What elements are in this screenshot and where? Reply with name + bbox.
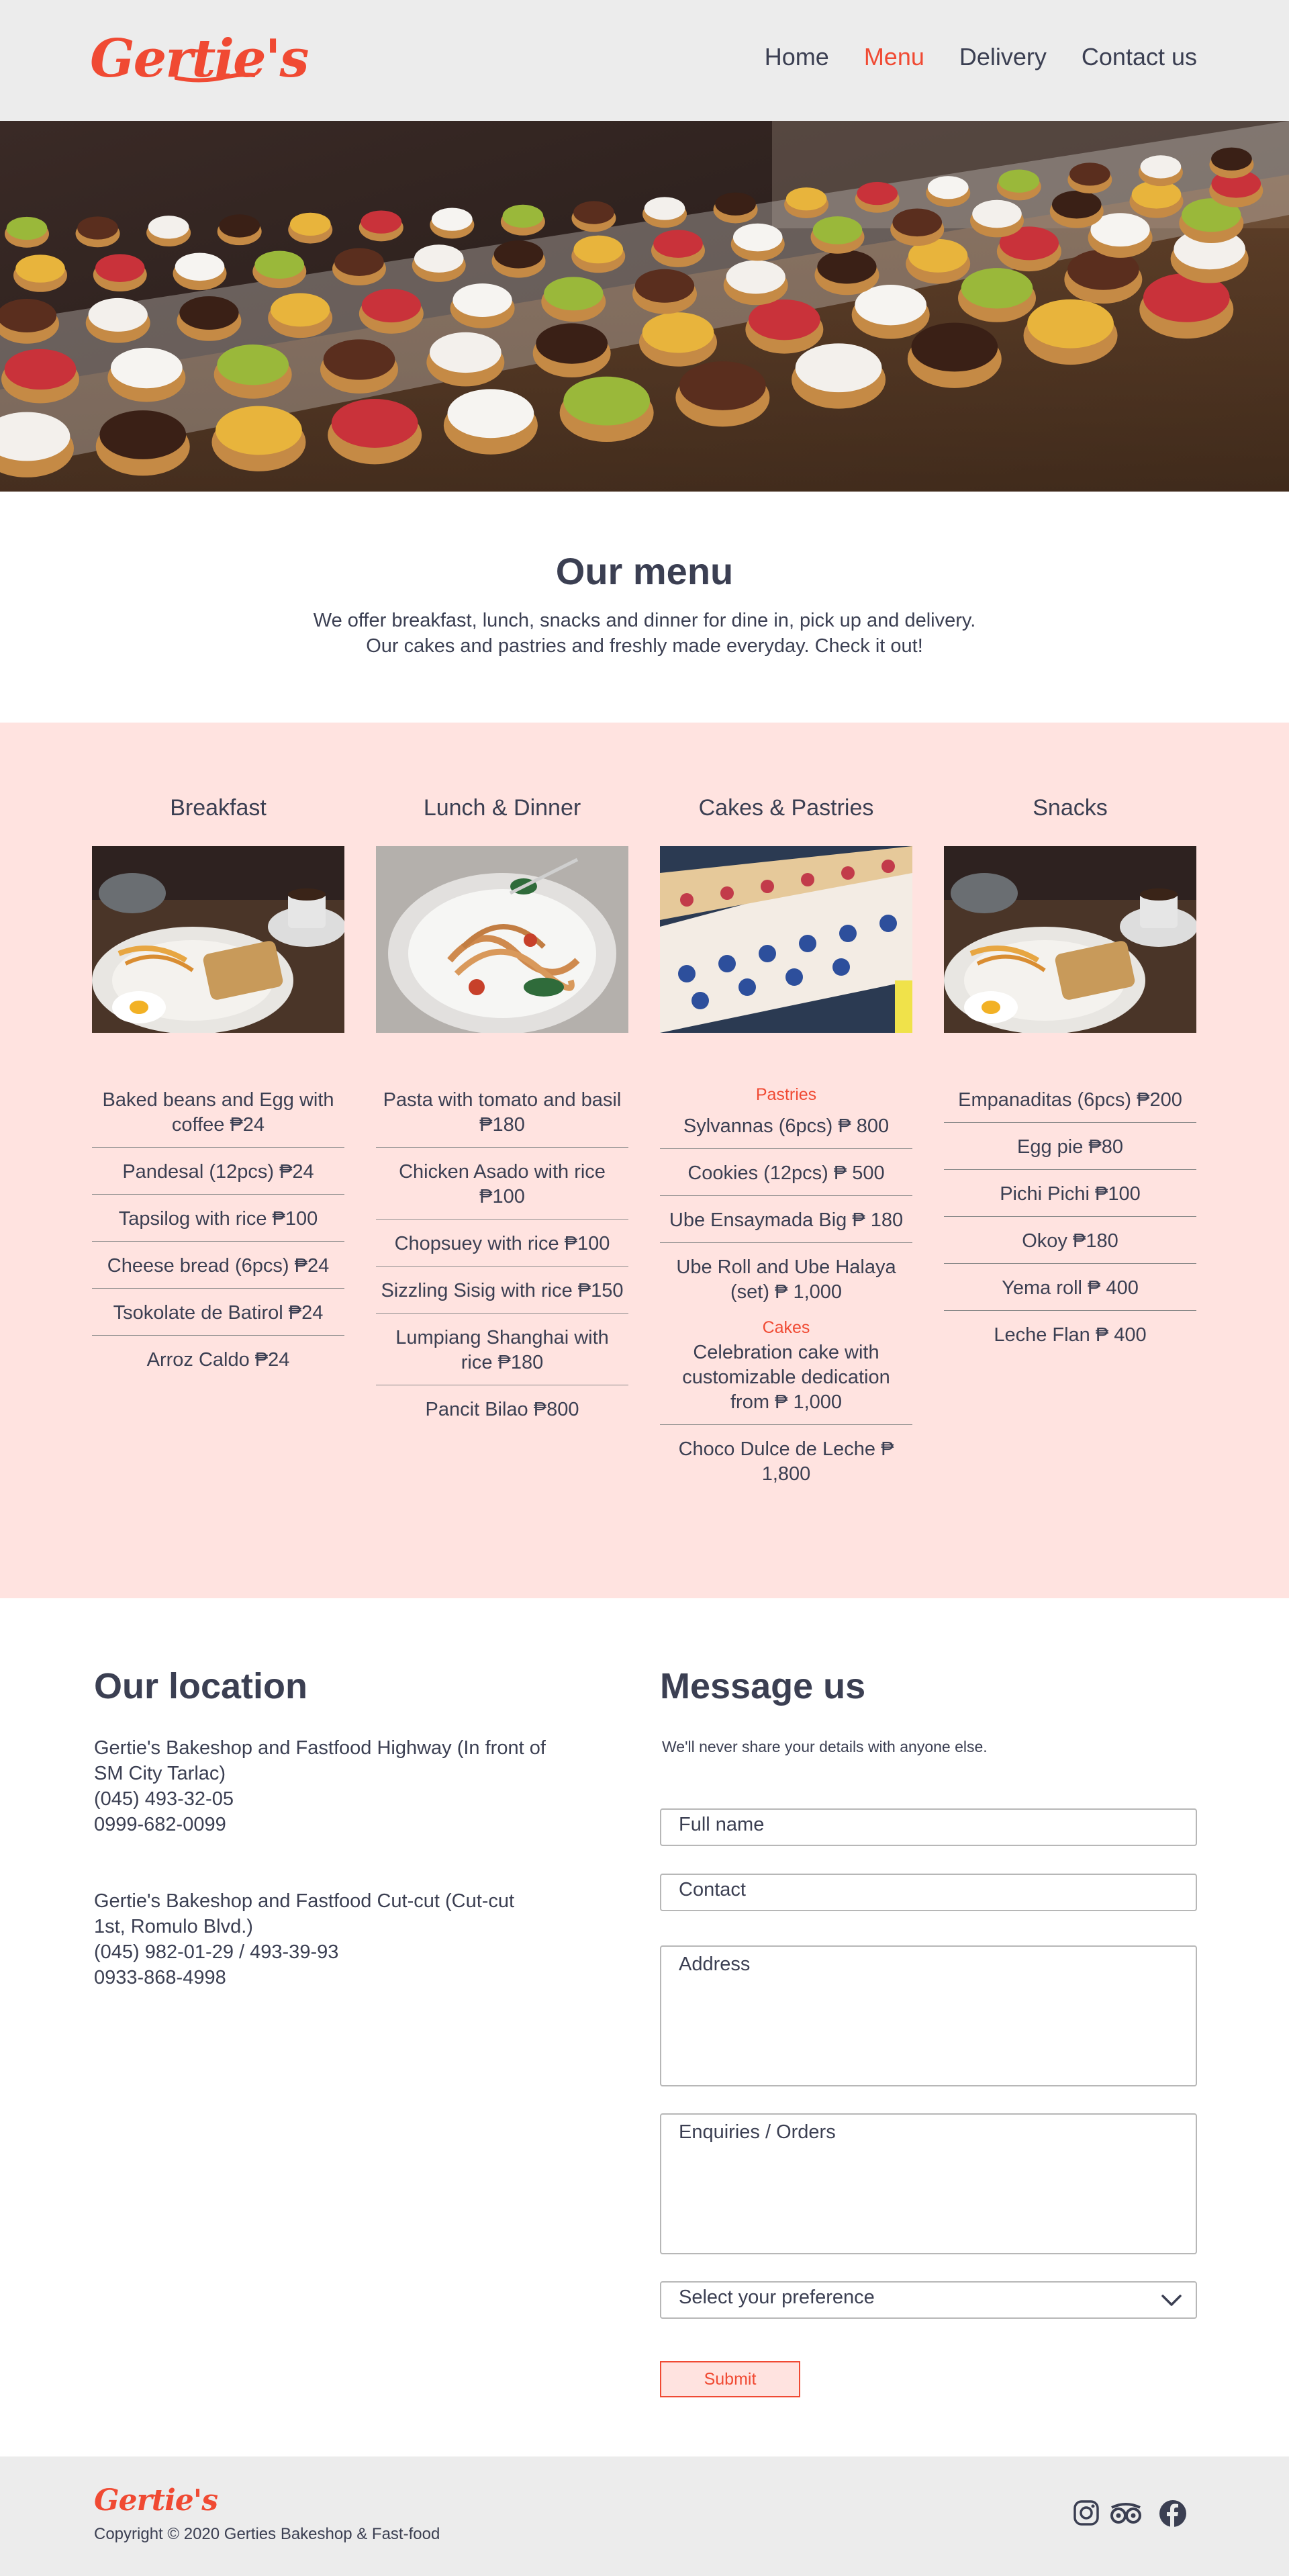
menu-item: Pancit Bilao ₱800 xyxy=(425,1399,579,1420)
subcategory-label: Cakes xyxy=(762,1318,810,1337)
chevron-down-icon xyxy=(1161,2295,1182,2306)
copyright-text: Copyright © 2020 Gerties Bakeshop & Fast… xyxy=(94,2525,440,2543)
nav-menu[interactable]: Menu xyxy=(864,43,924,71)
menu-item: Chicken Asado with rice ₱100 xyxy=(376,1157,628,1220)
page-title: Our menu xyxy=(555,550,734,592)
intro-section: Our menu We offer breakfast, lunch, snac… xyxy=(0,492,1289,723)
nav-delivery[interactable]: Delivery xyxy=(959,43,1047,71)
submit-button[interactable]: Submit xyxy=(660,2361,800,2397)
facebook-icon[interactable] xyxy=(1159,2499,1187,2528)
menu-item: Baked beans and Egg with coffee ₱24 xyxy=(92,1085,344,1148)
lunch-photo xyxy=(376,846,628,1033)
fullname-input[interactable]: Full name xyxy=(660,1808,1197,1846)
menu-item: Pasta with tomato and basil ₱180 xyxy=(376,1085,628,1148)
menu-item: Choco Dulce de Leche ₱ 1,800 xyxy=(678,1438,894,1485)
menu-item: Leche Flan ₱ 400 xyxy=(994,1324,1147,1346)
menu-item: Sylvannas (6pcs) ₱ 800 xyxy=(660,1111,912,1149)
menu-item: Tsokolate de Batirol ₱24 xyxy=(92,1298,344,1336)
menu-item: Egg pie ₱80 xyxy=(944,1132,1196,1170)
hero-image xyxy=(0,121,1289,492)
menu-item: Tapsilog with rice ₱100 xyxy=(92,1204,344,1242)
branch-mobile: 0999-682-0099 xyxy=(94,1814,226,1835)
subcategory-label: Pastries xyxy=(755,1085,817,1104)
branch-name: Gertie's Bakeshop and Fastfood Highway (… xyxy=(94,1737,546,1784)
branch-phone: (045) 982-01-29 / 493-39-93 xyxy=(94,1941,339,1963)
preference-select[interactable]: Select your preference xyxy=(660,2281,1197,2319)
intro-text-1: We offer breakfast, lunch, snacks and di… xyxy=(313,610,976,631)
menu-item: Arroz Caldo ₱24 xyxy=(146,1349,290,1371)
category-title: Snacks xyxy=(1033,795,1108,821)
menu-item: Empanaditas (6pcs) ₱200 xyxy=(944,1085,1196,1123)
enquiries-textarea[interactable]: Enquiries / Orders xyxy=(660,2113,1197,2254)
category-title: Cakes & Pastries xyxy=(698,795,874,821)
nav-home[interactable]: Home xyxy=(765,43,829,71)
contact-input[interactable]: Contact xyxy=(660,1874,1197,1911)
contact-section: Our location Gertie's Bakeshop and Fastf… xyxy=(0,1598,1289,2456)
category-title: Lunch & Dinner xyxy=(423,795,581,821)
site-header: Gertie's Home Menu Delivery Contact us xyxy=(0,0,1289,121)
menu-item: Pichi Pichi ₱100 xyxy=(944,1179,1196,1217)
branch-name: Gertie's Bakeshop and Fastfood Cut-cut (… xyxy=(94,1890,515,1937)
category-title: Breakfast xyxy=(170,795,267,821)
menu-item: Ube Ensaymada Big ₱ 180 xyxy=(660,1205,912,1243)
main-nav: Home Menu Delivery Contact us xyxy=(730,43,1197,71)
menu-item: Pandesal (12pcs) ₱24 xyxy=(92,1157,344,1195)
tripadvisor-icon[interactable] xyxy=(1109,2499,1143,2526)
menu-item: Sizzling Sisig with rice ₱150 xyxy=(376,1276,628,1314)
menu-item: Celebration cake with customizable dedic… xyxy=(660,1338,912,1425)
branch-highway: Gertie's Bakeshop and Fastfood Highway (… xyxy=(94,1735,551,1837)
pastry-display-image xyxy=(0,121,1289,492)
snacks-photo xyxy=(944,846,1196,1033)
logo-swoosh-icon xyxy=(175,73,255,83)
site-footer: Gertie's Copyright © 2020 Gerties Bakesh… xyxy=(0,2456,1289,2576)
location-title: Our location xyxy=(94,1666,308,1706)
branch-phone: (045) 493-32-05 xyxy=(94,1788,234,1810)
privacy-note: We'll never share your details with anyo… xyxy=(662,1738,988,1755)
menu-item: Lumpiang Shanghai with rice ₱180 xyxy=(376,1323,628,1385)
branch-mobile: 0933-868-4998 xyxy=(94,1967,226,1988)
menu-item: Cheese bread (6pcs) ₱24 xyxy=(92,1251,344,1289)
message-title: Message us xyxy=(660,1666,866,1706)
intro-text-2: Our cakes and pastries and freshly made … xyxy=(366,635,923,657)
menu-item: Yema roll ₱ 400 xyxy=(944,1273,1196,1311)
menu-item: Cookies (12pcs) ₱ 500 xyxy=(660,1158,912,1196)
cakes-photo xyxy=(660,846,912,1033)
address-textarea[interactable]: Address xyxy=(660,1945,1197,2086)
footer-logo[interactable]: Gertie's xyxy=(94,2483,218,2518)
branch-cutcut: Gertie's Bakeshop and Fastfood Cut-cut (… xyxy=(94,1888,551,1990)
breakfast-photo xyxy=(92,846,344,1033)
instagram-icon[interactable] xyxy=(1073,2499,1100,2526)
menu-item: Chopsuey with rice ₱100 xyxy=(376,1229,628,1267)
nav-contact[interactable]: Contact us xyxy=(1082,43,1197,71)
menu-item: Ube Roll and Ube Halaya (set) ₱ 1,000 xyxy=(676,1256,896,1303)
menu-item: Okoy ₱180 xyxy=(944,1226,1196,1264)
select-value: Select your preference xyxy=(679,2287,875,2308)
menu-section: Breakfast Baked beans and Egg with coffe… xyxy=(0,723,1289,1598)
